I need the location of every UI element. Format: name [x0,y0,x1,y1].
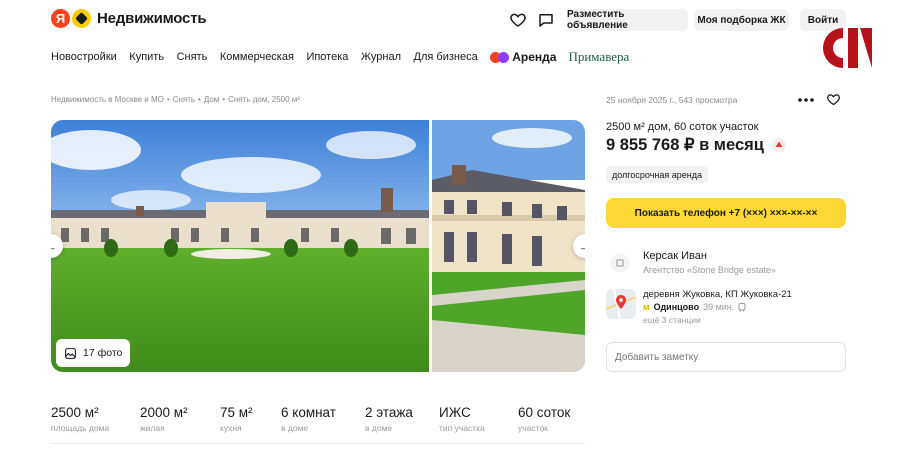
nav-item-journal[interactable]: Журнал [361,51,401,63]
main-nav: Новостройки Купить Снять Коммерческая Ип… [51,49,629,65]
property-stats: 2500 м² площадь дома 2000 м² жилая 75 м² ку… [51,405,585,433]
favorite-heart-icon[interactable] [826,92,841,107]
price-row: 9 855 768 ₽ в месяц [606,135,786,155]
gallery-icon [65,347,76,359]
more-options-icon[interactable] [798,96,814,104]
price-up-icon[interactable] [771,138,786,152]
main-photo[interactable] [51,120,429,372]
metro-station[interactable]: Одинцово [654,302,699,312]
agency-logo-icon [610,253,630,273]
transport-icon [738,302,746,312]
breadcrumb-item[interactable]: Недвижимость в Москве и МО [51,95,164,104]
realty-logo-icon [72,9,91,28]
stat-label: тип участка [439,423,485,433]
breadcrumb: Недвижимость в Москве и МО • Снять • Дом • … [51,95,300,104]
stat-item: 75 м² кухня [220,405,281,433]
nav-item-new-buildings[interactable]: Новостройки [51,51,117,63]
nav-item-commercial[interactable]: Коммерческая [220,51,294,63]
nav-item-buy[interactable]: Купить [129,51,164,63]
arrow-right-icon: → [578,238,586,254]
stat-label: жилая [140,423,165,433]
arenda-label: Аренда [512,50,557,64]
listing-meta: 25 ноября 2025 г., 543 просмотра [606,95,738,105]
breadcrumb-item[interactable]: Снять дом, 2500 м² [228,95,300,104]
stat-value: 2500 м² [51,405,99,420]
add-note-input[interactable] [606,342,846,372]
breadcrumb-item[interactable]: Дом [204,95,219,104]
photo-gallery[interactable]: ← → [51,120,585,372]
listing-title: 2500 м² дом, 60 соток участок [606,121,759,133]
nav-item-mortgage[interactable]: Ипотека [306,51,348,63]
stat-label: в доме [365,423,393,433]
stat-label: участок [518,423,548,433]
arenda-logo-icon [490,51,510,63]
header: Я Недвижимость Разместить объявление Моя… [0,0,900,40]
nav-item-business[interactable]: Для бизнеса [414,51,478,63]
agent-company: Агентство «Stone Bridge estate» [643,265,776,275]
metro-time: 39 мин. [703,302,735,312]
my-selection-button[interactable]: Моя подборка ЖК [694,9,789,31]
stat-label: площадь дома [51,423,110,433]
stat-item: ИЖС тип участка [439,405,518,433]
stat-item: 2500 м² площадь дома [51,405,140,433]
photos-count-label: 17 фото [83,347,123,359]
photos-count-button[interactable]: 17 фото [56,339,131,367]
secondary-photo[interactable] [432,120,585,372]
stat-value: 2 этажа [365,405,413,420]
stat-value: ИЖС [439,405,471,420]
logo[interactable]: Я Недвижимость [51,9,207,28]
address[interactable]: деревня Жуковка, КП Жуковка-21 [643,289,792,300]
nav-item-primavera[interactable]: Примавера [568,49,629,65]
logo-text: Недвижимость [97,10,207,27]
stat-item: 2 этажа в доме [365,405,439,433]
metro-info: м Одинцово 39 мин. [643,302,746,312]
stat-item: 6 комнат в доме [281,405,365,433]
stat-value: 6 комнат [281,405,336,420]
breadcrumb-item[interactable]: Снять [173,95,195,104]
agent-name[interactable]: Керсак Иван [643,250,707,262]
stat-item: 60 соток участок [518,405,585,433]
stat-label: в доме [281,423,309,433]
rent-type-tag: долгосрочная аренда [606,166,708,183]
show-phone-button[interactable]: Показать телефон +7 (×××) ×××-××-×× [606,198,846,228]
chat-icon[interactable] [537,11,555,29]
yandex-logo-icon: Я [51,9,70,28]
nav-item-arenda[interactable]: Аренда [490,50,556,64]
brand-watermark-icon [823,28,872,68]
stats-divider [51,443,585,444]
favorites-heart-icon[interactable] [509,11,527,29]
stat-value: 75 м² [220,405,253,420]
nav-item-rent[interactable]: Снять [177,51,208,63]
map-thumbnail[interactable] [606,289,636,319]
place-ad-button[interactable]: Разместить объявление [567,9,688,31]
map-pin-icon [606,289,636,319]
price: 9 855 768 ₽ в месяц [606,136,764,154]
metro-icon: м [643,302,650,312]
stat-value: 60 соток [518,405,571,420]
stat-value: 2000 м² [140,405,188,420]
arrow-left-icon: ← [51,238,58,254]
stat-item: 2000 м² жилая [140,405,220,433]
more-stations-link[interactable]: ещё 3 станции [643,315,701,325]
stat-label: кухня [220,423,242,433]
